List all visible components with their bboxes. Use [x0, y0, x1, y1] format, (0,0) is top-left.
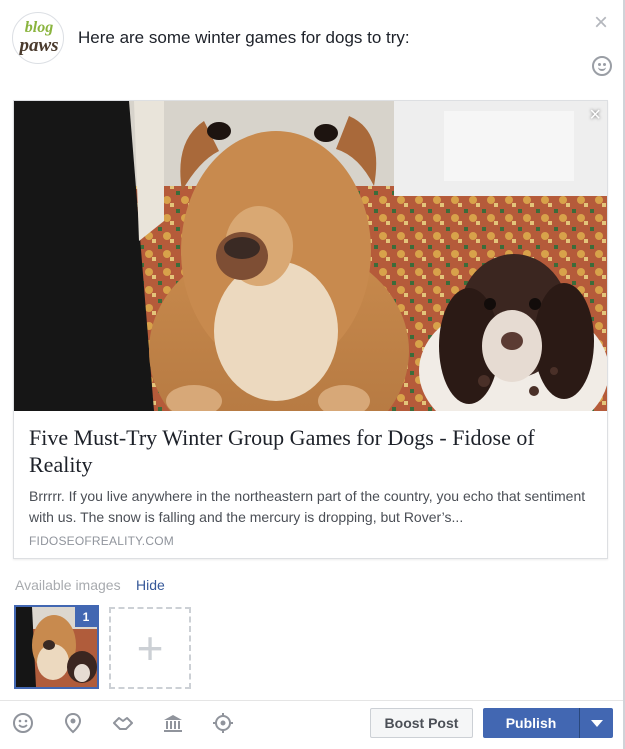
- publish-options-chevron-down-icon[interactable]: [579, 708, 613, 738]
- composer-dialog: blog paws Here are some winter games for…: [0, 0, 625, 749]
- add-image-button[interactable]: +: [109, 607, 191, 689]
- bank-icon[interactable]: [162, 712, 184, 734]
- emoji-picker-icon[interactable]: [592, 56, 612, 76]
- avatar-logo-bottom: paws: [19, 35, 59, 56]
- image-thumbnail-selected[interactable]: 1: [14, 605, 99, 689]
- link-preview-card: × Five Must-Try Winter Group Games for D…: [13, 100, 608, 559]
- remove-image-icon[interactable]: ×: [589, 105, 601, 125]
- selected-count-badge: 1: [75, 607, 97, 627]
- close-icon[interactable]: ×: [590, 11, 612, 35]
- page-avatar[interactable]: blog paws: [12, 12, 64, 64]
- link-description[interactable]: Brrrrr. If you live anywhere in the nort…: [29, 486, 589, 528]
- link-domain: FIDOSEOFREALITY.COM: [29, 534, 174, 548]
- location-pin-icon[interactable]: [62, 712, 84, 734]
- link-preview-image: ×: [14, 101, 607, 411]
- dogs-photo: [14, 101, 607, 411]
- link-title[interactable]: Five Must-Try Winter Group Games for Dog…: [29, 424, 599, 478]
- plus-icon: +: [136, 622, 164, 674]
- available-images-label: Available images: [15, 577, 121, 593]
- hide-images-link[interactable]: Hide: [136, 577, 165, 593]
- target-icon[interactable]: [212, 712, 234, 734]
- smiley-icon[interactable]: [12, 712, 34, 734]
- post-text-input[interactable]: Here are some winter games for dogs to t…: [78, 28, 410, 48]
- boost-post-button[interactable]: Boost Post: [370, 708, 473, 738]
- publish-button[interactable]: Publish: [483, 708, 579, 738]
- handshake-icon[interactable]: [112, 712, 134, 734]
